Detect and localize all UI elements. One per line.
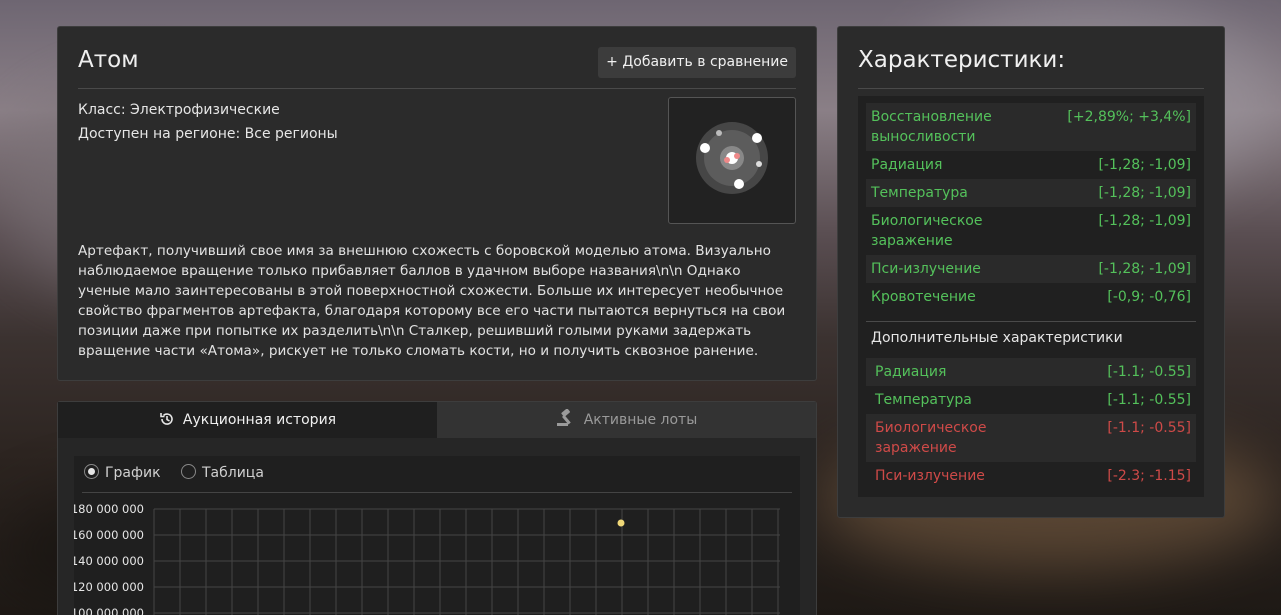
stat-value: [-1.1; -0.55] xyxy=(1107,364,1191,380)
y-tick-label: 160 000 000 xyxy=(74,528,144,542)
stat-name: Пси-излучение xyxy=(871,261,981,277)
view-toggle: График Таблица xyxy=(84,464,280,481)
history-icon xyxy=(160,413,173,425)
y-tick-label: 180 000 000 xyxy=(74,502,144,516)
auction-tabs: Аукционная история Активные лоты xyxy=(58,402,816,438)
stat-row: Пси-излучение [-1,28; -1,09] xyxy=(866,255,1196,283)
y-tick-label: 120 000 000 xyxy=(74,580,144,594)
artifact-title: Атом xyxy=(78,47,139,73)
atom-artifact-icon xyxy=(696,122,768,194)
stat-name: Температура xyxy=(875,392,972,408)
stat-name: Биологическое заражение xyxy=(871,213,983,249)
stat-name: Радиация xyxy=(875,364,947,380)
stats-list: Дополнительные характеристики Восстановл… xyxy=(858,96,1204,497)
tab-active-lots-label: Активные лоты xyxy=(583,412,698,428)
stat-row: Кровотечение [-0,9; -0,76] xyxy=(866,283,1196,311)
additional-stat-row: Пси-излучение [-2.3; -1.15] xyxy=(866,462,1196,490)
stat-row: Биологическое заражение [-1,28; -1,09] xyxy=(866,207,1196,255)
stat-row: Радиация [-1,28; -1,09] xyxy=(866,151,1196,179)
stat-name: Температура xyxy=(871,185,968,201)
add-to-compare-label: Добавить в сравнение xyxy=(622,54,788,70)
tab-auction-history-label: Аукционная история xyxy=(182,412,337,428)
stats-panel: Характеристики: Дополнительные характери… xyxy=(837,26,1225,518)
stat-value: [-1.1; -0.55] xyxy=(1107,420,1191,436)
auction-panel: Аукционная история Активные лоты График … xyxy=(57,401,817,615)
stat-value: [-1,28; -1,09] xyxy=(1098,157,1191,173)
artifact-class: Класс: Электрофизические xyxy=(78,102,280,118)
additional-stat-row: Радиация [-1.1; -0.55] xyxy=(866,358,1196,386)
stat-value: [+2,89%; +3,4%] xyxy=(1067,109,1191,125)
stat-value: [-1,28; -1,09] xyxy=(1098,261,1191,277)
tab-auction-history[interactable]: Аукционная история xyxy=(58,402,437,438)
chart-container: График Таблица 180 000 000 160 000 000 140… xyxy=(74,456,800,615)
chart-divider xyxy=(82,492,792,493)
data-point[interactable] xyxy=(617,519,625,527)
stat-row: Восстановление выносливости [+2,89%; +3,4… xyxy=(866,103,1196,151)
stat-row: Температура [-1,28; -1,09] xyxy=(866,179,1196,207)
gavel-icon xyxy=(556,408,571,426)
stat-name: Радиация xyxy=(871,157,943,173)
chart-radio[interactable] xyxy=(84,464,99,479)
stat-value: [-2.3; -1.15] xyxy=(1107,468,1191,484)
additional-stats-title: Дополнительные характеристики xyxy=(871,330,1123,346)
stat-value: [-1,28; -1,09] xyxy=(1098,185,1191,201)
plus-icon: + xyxy=(606,54,618,70)
tab-active-lots[interactable]: Активные лоты xyxy=(437,402,816,438)
table-radio-label: Таблица xyxy=(201,465,264,481)
stat-value: [-0,9; -0,76] xyxy=(1107,289,1191,305)
artifact-region: Доступен на регионе: Все регионы xyxy=(78,126,338,142)
stat-name: Биологическое заражение xyxy=(875,420,987,456)
additional-stat-row: Температура [-1.1; -0.55] xyxy=(866,386,1196,414)
stat-name: Восстановление выносливости xyxy=(871,109,992,145)
y-tick-label: 140 000 000 xyxy=(74,554,144,568)
stats-title: Характеристики: xyxy=(858,47,1204,89)
stats-divider xyxy=(866,321,1196,322)
add-to-compare-button[interactable]: + Добавить в сравнение xyxy=(598,47,796,78)
table-radio[interactable] xyxy=(180,464,196,479)
artifact-image xyxy=(668,97,796,224)
chart-radio-label: График xyxy=(105,465,161,481)
artifact-header: Атом + Добавить в сравнение xyxy=(78,47,796,89)
artifact-info-panel: Атом + Добавить в сравнение Класс: Элект… xyxy=(57,26,817,381)
artifact-description: Артефакт, получивший свое имя за внешнюю… xyxy=(78,243,786,359)
stat-value: [-1,28; -1,09] xyxy=(1098,213,1191,229)
stat-value: [-1.1; -0.55] xyxy=(1107,392,1191,408)
y-tick-label: 100 000 000 xyxy=(74,606,144,615)
additional-stat-row: Биологическое заражение [-1.1; -0.55] xyxy=(866,414,1196,462)
stat-name: Пси-излучение xyxy=(875,468,985,484)
price-chart: 180 000 000 160 000 000 140 000 000 120 000… xyxy=(74,502,780,615)
stat-name: Кровотечение xyxy=(871,289,976,305)
